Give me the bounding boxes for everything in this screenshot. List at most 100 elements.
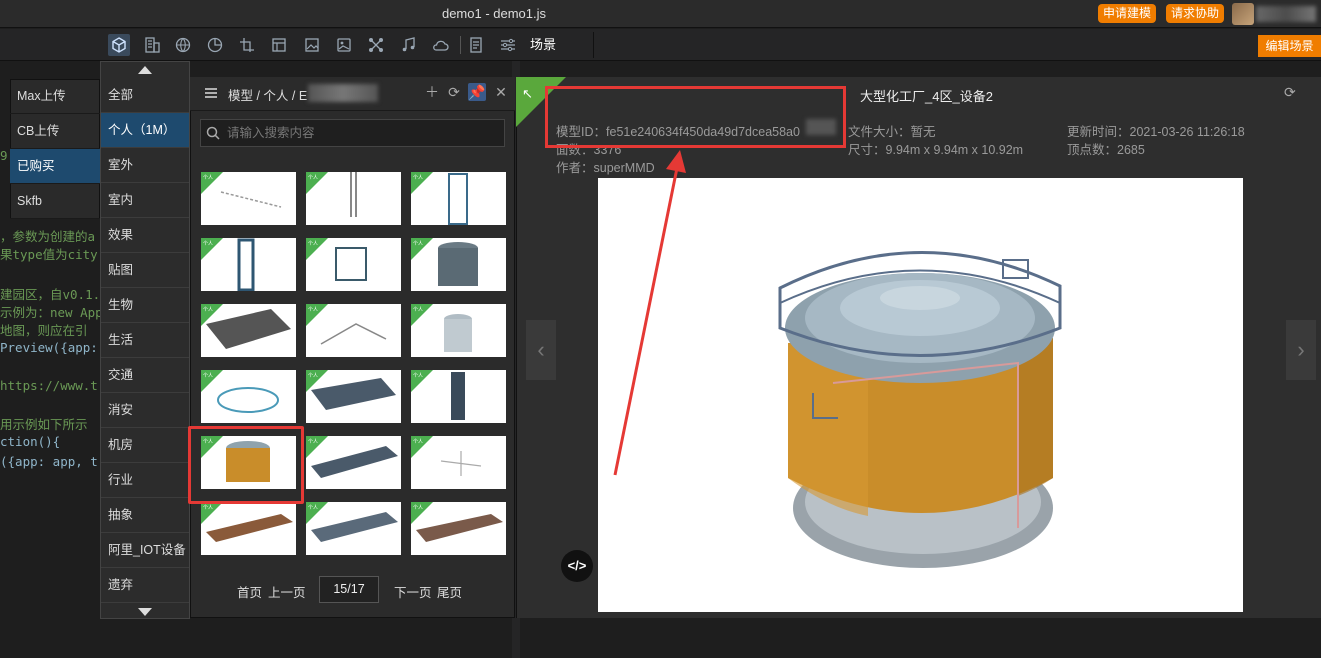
- category-item[interactable]: 个人（1M）: [101, 113, 189, 148]
- cloud-icon[interactable]: [429, 34, 451, 56]
- code-line: 建园区，自v0.1.8: [0, 287, 108, 302]
- upload-source-item[interactable]: 已购买: [10, 149, 100, 184]
- model-thumbnail[interactable]: 个人: [201, 172, 296, 225]
- page-number-input[interactable]: 15/17: [319, 576, 379, 603]
- file-size-row: 文件大小：暂无: [848, 121, 936, 140]
- bottom-strip: [520, 618, 1321, 658]
- hamburger-menu-icon[interactable]: [204, 86, 218, 103]
- detail-refresh-icon[interactable]: ⟳: [1284, 84, 1296, 101]
- category-item[interactable]: 全部: [101, 78, 189, 113]
- updated-label: 更新时间：: [1067, 125, 1130, 139]
- upload-source-item[interactable]: CB上传: [10, 114, 100, 149]
- model-thumbnail[interactable]: 个人: [201, 304, 296, 357]
- first-page-link[interactable]: 首页: [237, 582, 262, 601]
- edit-scene-button[interactable]: 编辑场景: [1258, 35, 1321, 57]
- add-icon[interactable]: ＋: [423, 83, 441, 101]
- model-preview[interactable]: [598, 178, 1243, 612]
- scroll-down-arrow-icon[interactable]: [138, 608, 152, 616]
- next-page-link[interactable]: 下一页: [394, 582, 432, 601]
- picture-icon[interactable]: [333, 34, 355, 56]
- upload-source-item[interactable]: Skfb: [10, 184, 100, 219]
- model-thumbnail[interactable]: 个人: [306, 238, 401, 291]
- model-thumbnail[interactable]: 个人: [306, 370, 401, 423]
- updated-row: 更新时间：2021-03-26 11:26:18: [1067, 121, 1245, 140]
- network-icon[interactable]: [365, 34, 387, 56]
- upload-source-item[interactable]: Max上传: [10, 79, 100, 114]
- personal-badge-text: 个人: [413, 439, 424, 445]
- model-thumbnail[interactable]: 个人: [411, 436, 506, 489]
- category-item[interactable]: 效果: [101, 218, 189, 253]
- building-icon[interactable]: [141, 34, 163, 56]
- scroll-up-arrow-icon[interactable]: [138, 66, 152, 74]
- prev-page-link[interactable]: 上一页: [268, 582, 306, 601]
- collapse-arrow-icon[interactable]: ↖: [522, 86, 533, 102]
- model-id-highlight-box: [545, 86, 846, 148]
- code-line: ，参数为创建的a: [0, 229, 96, 244]
- personal-badge-text: 个人: [413, 307, 424, 313]
- model-thumbnail[interactable]: 个人: [411, 304, 506, 357]
- model-thumbnail[interactable]: 个人: [201, 370, 296, 423]
- pin-icon[interactable]: 📌: [468, 83, 486, 101]
- annotation-arrow: [613, 150, 686, 476]
- music-icon[interactable]: [397, 34, 419, 56]
- model-thumbnail[interactable]: 个人: [306, 502, 401, 555]
- transform-icon[interactable]: [236, 34, 258, 56]
- personal-badge-text: 个人: [308, 373, 319, 379]
- document-icon[interactable]: [465, 34, 487, 56]
- model-thumbnail[interactable]: 个人: [411, 370, 506, 423]
- tab-scene[interactable]: 场景: [524, 32, 594, 58]
- model-thumbnail[interactable]: 个人: [411, 172, 506, 225]
- username-blurred: [1256, 6, 1316, 22]
- layout-icon[interactable]: [268, 34, 290, 56]
- chart-pie-icon[interactable]: [204, 34, 226, 56]
- dimensions-row: 尺寸：9.94m x 9.94m x 10.92m: [848, 139, 1023, 158]
- category-item[interactable]: 行业: [101, 463, 189, 498]
- image-icon[interactable]: [301, 34, 323, 56]
- category-item[interactable]: 室内: [101, 183, 189, 218]
- category-item[interactable]: 生物: [101, 288, 189, 323]
- category-item[interactable]: 机房: [101, 428, 189, 463]
- close-icon[interactable]: ✕: [492, 83, 510, 101]
- model-thumbnail[interactable]: 个人: [411, 238, 506, 291]
- model-title: 大型化工厂_4区_设备2: [860, 89, 993, 104]
- vertices-value: 2685: [1117, 143, 1145, 157]
- model-cube-icon[interactable]: [108, 34, 130, 56]
- window-title: demo1 - demo1.js: [441, 6, 547, 21]
- category-item[interactable]: 遗弃: [101, 568, 189, 603]
- avatar[interactable]: [1232, 3, 1254, 25]
- vertices-label: 顶点数：: [1067, 143, 1118, 157]
- personal-badge-text: 个人: [308, 175, 319, 181]
- request-help-button[interactable]: 请求协助: [1166, 4, 1224, 23]
- category-item[interactable]: 室外: [101, 148, 189, 183]
- search-box[interactable]: [200, 119, 505, 147]
- model-thumbnail[interactable]: 个人: [306, 172, 401, 225]
- model-thumbnail[interactable]: 个人: [306, 304, 401, 357]
- personal-badge-text: 个人: [413, 241, 424, 247]
- prev-preview-button[interactable]: ‹: [526, 320, 556, 380]
- personal-badge-text: 个人: [413, 505, 424, 511]
- breadcrumb: 模型 / 个人 / E: [228, 89, 308, 103]
- model-thumbnail[interactable]: 个人: [306, 436, 401, 489]
- personal-badge-text: 个人: [413, 175, 424, 181]
- model-thumbnail[interactable]: 个人: [201, 238, 296, 291]
- category-item[interactable]: 消安: [101, 393, 189, 428]
- category-item[interactable]: 阿里_IOT设备: [101, 533, 189, 568]
- globe-icon[interactable]: [172, 34, 194, 56]
- category-item[interactable]: 抽象: [101, 498, 189, 533]
- category-item[interactable]: 交通: [101, 358, 189, 393]
- refresh-icon[interactable]: ⟳: [445, 83, 463, 101]
- model-thumbnail[interactable]: 个人: [411, 502, 506, 555]
- next-preview-button[interactable]: ›: [1286, 320, 1316, 380]
- personal-badge-text: 个人: [308, 241, 319, 247]
- request-modeling-button[interactable]: 申请建模: [1098, 4, 1156, 23]
- category-item[interactable]: 生活: [101, 323, 189, 358]
- personal-badge-text: 个人: [203, 175, 214, 181]
- personal-badge-text: 个人: [203, 373, 214, 379]
- code-embed-icon[interactable]: </>: [561, 550, 593, 582]
- search-input[interactable]: [227, 120, 497, 146]
- model-thumbnail[interactable]: 个人: [201, 502, 296, 555]
- settings-sliders-icon[interactable]: [497, 34, 519, 56]
- last-page-link[interactable]: 尾页: [437, 582, 462, 601]
- category-item[interactable]: 贴图: [101, 253, 189, 288]
- personal-badge-text: 个人: [203, 505, 214, 511]
